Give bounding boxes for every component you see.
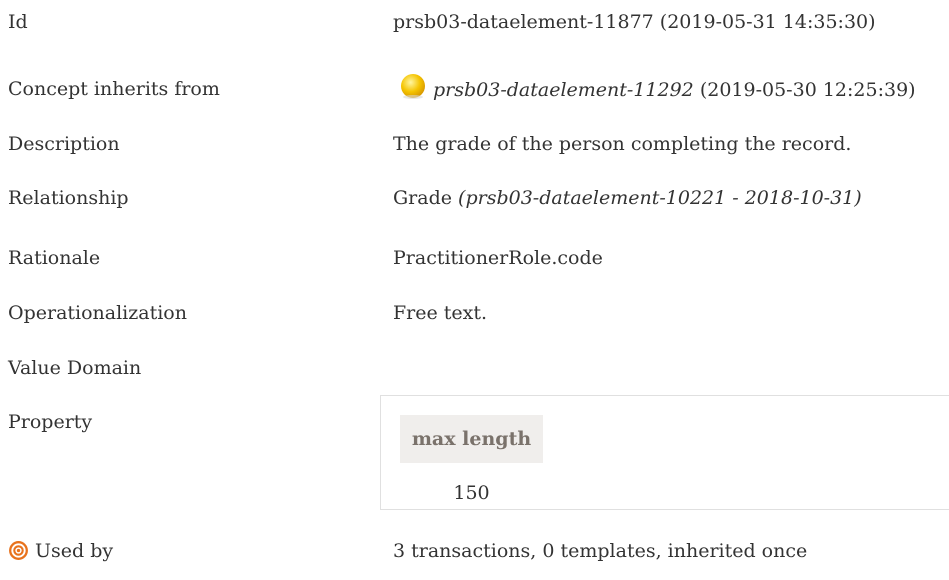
- row-value-domain: Value Domain: [0, 353, 949, 383]
- id-label: Id: [8, 11, 28, 33]
- concept-inherits-link[interactable]: prsb03-dataelement-11292: [433, 79, 694, 101]
- id-value: prsb03-dataelement-11877 (2019-05-31 14:…: [393, 11, 876, 33]
- rationale-value: PractitionerRole.code: [393, 247, 603, 269]
- value-domain-label: Value Domain: [8, 357, 142, 379]
- row-relationship: Relationship Grade (prsb03-dataelement-1…: [0, 183, 949, 213]
- row-rationale: Rationale PractitionerRole.code: [0, 243, 949, 273]
- description-value: The grade of the person completing the r…: [393, 133, 852, 155]
- property-value-max-length: 150: [453, 482, 490, 504]
- operationalization-label: Operationalization: [8, 302, 187, 324]
- relationship-value: Grade (prsb03-dataelement-10221 - 2018-1…: [393, 183, 862, 213]
- used-by-value[interactable]: 3 transactions, 0 templates, inherited o…: [393, 536, 807, 566]
- row-id: Id prsb03-dataelement-11877 (2019-05-31 …: [0, 7, 949, 37]
- concept-inherits-value: prsb03-dataelement-11292 (2019-05-30 12:…: [399, 74, 916, 105]
- operationalization-value: Free text.: [393, 302, 488, 324]
- relationship-name: Grade: [393, 187, 452, 209]
- relationship-label: Relationship: [8, 187, 129, 209]
- description-label: Description: [8, 133, 120, 155]
- target-icon: [9, 541, 28, 560]
- row-concept-inherits-from: Concept inherits from prsb03-dataelement…: [0, 74, 949, 104]
- relationship-ref[interactable]: (prsb03-dataelement-10221 - 2018-10-31): [452, 187, 862, 209]
- row-description: Description The grade of the person comp…: [0, 129, 949, 159]
- row-operationalization: Operationalization Free text.: [0, 298, 949, 328]
- property-header-max-length: max length: [400, 415, 543, 463]
- used-by-label: Used by: [35, 540, 114, 562]
- used-by-label-wrap: Used by: [8, 536, 113, 566]
- property-label: Property: [8, 411, 93, 433]
- property-table: max length 150: [380, 395, 949, 510]
- rationale-label: Rationale: [8, 247, 101, 269]
- concept-inherits-date: (2019-05-30 12:25:39): [693, 79, 916, 101]
- concept-inherits-label: Concept inherits from: [8, 78, 220, 100]
- yellow-circle-icon: [401, 74, 425, 99]
- row-used-by: Used by 3 transactions, 0 templates, inh…: [0, 536, 949, 566]
